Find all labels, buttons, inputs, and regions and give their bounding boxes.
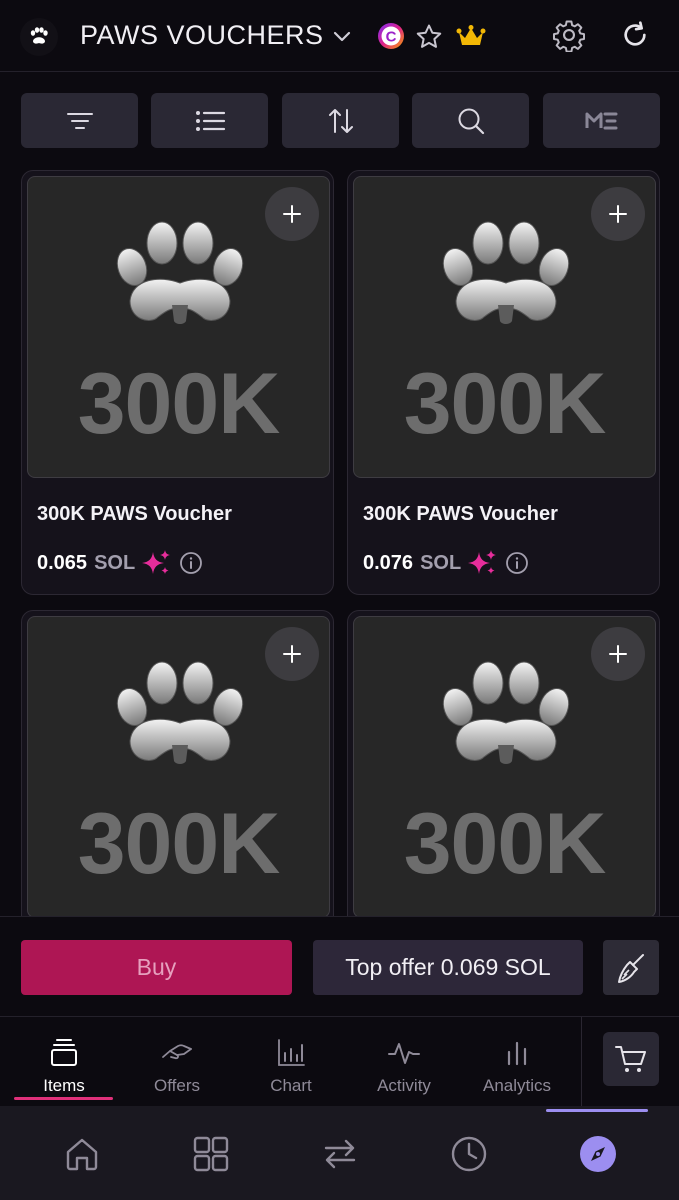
offers-icon bbox=[162, 1044, 192, 1060]
plus-icon bbox=[283, 205, 301, 223]
nft-image[interactable]: 300K bbox=[353, 176, 656, 478]
tab-offers[interactable]: Offers bbox=[127, 1037, 227, 1096]
sort-arrows-icon bbox=[328, 108, 353, 133]
buy-button[interactable]: Buy bbox=[21, 940, 292, 995]
plus-icon bbox=[609, 205, 627, 223]
chevron-down-icon[interactable] bbox=[330, 25, 354, 49]
price-currency: SOL bbox=[420, 551, 462, 574]
refresh-icon[interactable] bbox=[619, 19, 651, 51]
add-to-cart-button[interactable] bbox=[591, 627, 645, 681]
magic-eden-button[interactable] bbox=[543, 93, 660, 148]
svg-text:C: C bbox=[386, 29, 397, 46]
voucher-amount: 300K bbox=[77, 796, 281, 892]
filter-button[interactable] bbox=[21, 93, 138, 148]
filter-icon bbox=[66, 112, 93, 129]
nft-card[interactable]: 300K 300K PAWS Voucher 0.065 SOL bbox=[21, 170, 334, 595]
list-view-icon bbox=[195, 110, 225, 131]
nav-swap[interactable] bbox=[320, 1134, 360, 1174]
search-button[interactable] bbox=[412, 93, 529, 148]
tab-analytics[interactable]: Analytics bbox=[467, 1037, 567, 1096]
settings-gear-icon[interactable] bbox=[552, 18, 586, 52]
info-icon[interactable] bbox=[505, 551, 529, 575]
tab-label: Offers bbox=[154, 1076, 200, 1095]
chart-icon bbox=[278, 1039, 305, 1066]
tab-chart[interactable]: Chart bbox=[241, 1037, 341, 1096]
nav-explore[interactable] bbox=[578, 1134, 618, 1174]
broom-icon bbox=[618, 953, 644, 983]
top-header: PAWS VOUCHERS C bbox=[0, 0, 679, 72]
nft-price: 0.065 SOL bbox=[37, 549, 203, 577]
analytics-icon bbox=[507, 1041, 527, 1066]
collection-title[interactable]: PAWS VOUCHERS bbox=[80, 20, 324, 51]
paw-voucher-icon bbox=[442, 221, 570, 324]
nft-image[interactable]: 300K bbox=[27, 616, 330, 918]
price-currency: SOL bbox=[94, 551, 136, 574]
nav-history[interactable] bbox=[449, 1134, 489, 1174]
sparkle-icon bbox=[142, 550, 171, 574]
nav-collections[interactable] bbox=[191, 1134, 231, 1174]
nft-image[interactable]: 300K bbox=[27, 176, 330, 478]
nft-name: 300K PAWS Voucher bbox=[37, 503, 232, 525]
nft-card[interactable]: 300K bbox=[347, 610, 660, 930]
paw-logo-icon bbox=[30, 27, 48, 44]
compass-icon bbox=[580, 1136, 616, 1172]
home-icon bbox=[66, 1138, 98, 1171]
tab-items[interactable]: Items bbox=[14, 1037, 114, 1096]
collection-tabbar: Items Offers Chart Activity Analytics bbox=[0, 1016, 679, 1107]
magic-eden-logo-icon bbox=[585, 112, 617, 129]
bottom-navigation bbox=[0, 1106, 679, 1200]
tab-activity[interactable]: Activity bbox=[354, 1037, 454, 1096]
activity-icon bbox=[388, 1043, 420, 1064]
top-offer-button[interactable]: Top offer 0.069 SOL bbox=[313, 940, 583, 995]
paw-voucher-icon bbox=[116, 221, 244, 324]
voucher-amount: 300K bbox=[77, 356, 281, 452]
sweep-button[interactable] bbox=[603, 940, 659, 995]
add-to-cart-button[interactable] bbox=[265, 187, 319, 241]
info-icon[interactable] bbox=[179, 551, 203, 575]
items-icon bbox=[51, 1039, 77, 1066]
voucher-amount: 300K bbox=[403, 796, 607, 892]
add-to-cart-button[interactable] bbox=[265, 627, 319, 681]
tab-label: Items bbox=[43, 1076, 85, 1095]
nft-price: 0.076 SOL bbox=[363, 549, 529, 577]
swap-icon bbox=[324, 1139, 356, 1169]
cart-button[interactable] bbox=[603, 1032, 659, 1086]
nft-name: 300K PAWS Voucher bbox=[363, 503, 558, 525]
tab-divider bbox=[581, 1017, 582, 1107]
plus-icon bbox=[609, 645, 627, 663]
paw-voucher-icon bbox=[442, 661, 570, 764]
plus-icon bbox=[283, 645, 301, 663]
nft-image[interactable]: 300K bbox=[353, 616, 656, 918]
nav-active-indicator bbox=[546, 1109, 648, 1112]
active-tab-indicator bbox=[14, 1097, 113, 1100]
collection-logo[interactable] bbox=[20, 18, 58, 56]
action-bar: Buy Top offer 0.069 SOL bbox=[0, 916, 679, 1016]
price-value: 0.076 bbox=[363, 551, 414, 574]
paw-voucher-icon bbox=[116, 661, 244, 764]
voucher-amount: 300K bbox=[403, 356, 607, 452]
verified-c-badge-icon[interactable]: C bbox=[377, 22, 405, 50]
nav-home[interactable] bbox=[62, 1134, 102, 1174]
sparkle-icon bbox=[468, 550, 497, 574]
nft-card[interactable]: 300K 300K PAWS Voucher 0.076 SOL bbox=[347, 170, 660, 595]
tab-label: Activity bbox=[377, 1076, 431, 1095]
grid-icon bbox=[193, 1136, 229, 1172]
add-to-cart-button[interactable] bbox=[591, 187, 645, 241]
tab-label: Analytics bbox=[482, 1076, 552, 1095]
cart-icon bbox=[615, 1046, 646, 1072]
tab-label: Chart bbox=[270, 1076, 312, 1095]
price-value: 0.065 bbox=[37, 551, 88, 574]
search-icon bbox=[458, 108, 484, 134]
favorite-star-icon[interactable] bbox=[414, 22, 444, 52]
clock-icon bbox=[451, 1136, 487, 1172]
nft-card[interactable]: 300K bbox=[21, 610, 334, 930]
crown-icon[interactable] bbox=[456, 24, 486, 50]
list-view-button[interactable] bbox=[151, 93, 268, 148]
sort-button[interactable] bbox=[282, 93, 399, 148]
